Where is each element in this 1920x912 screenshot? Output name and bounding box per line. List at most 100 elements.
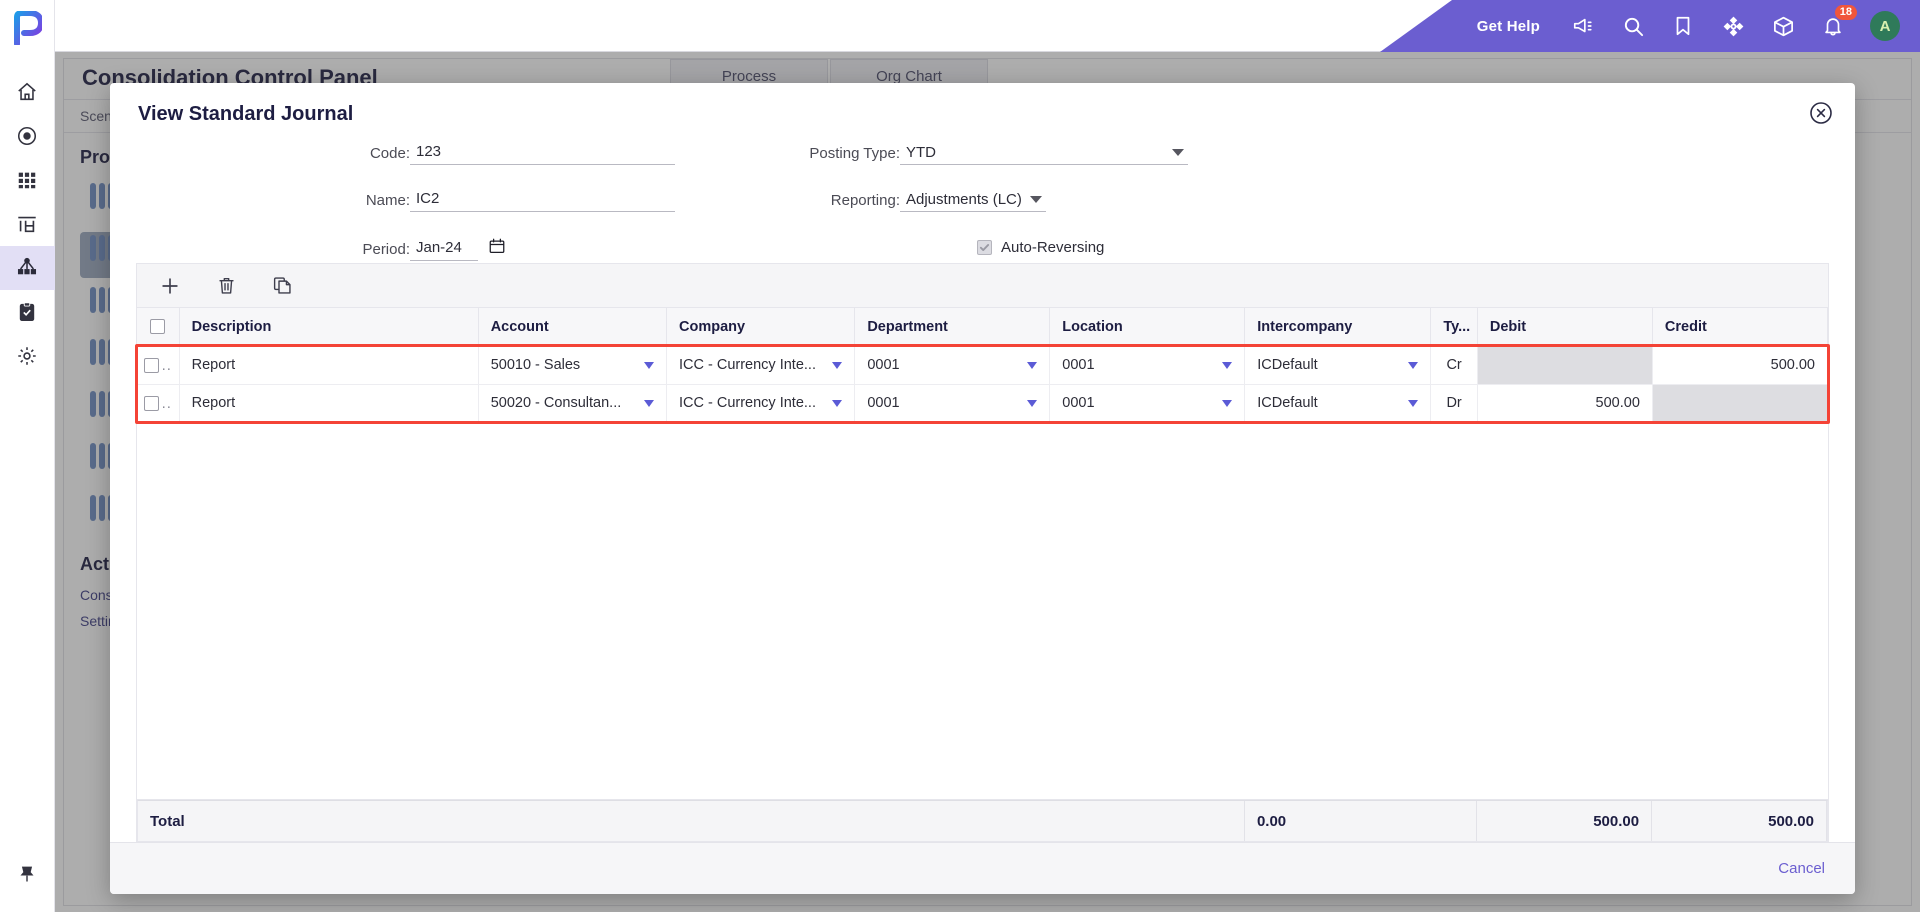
bookmark-icon[interactable] [1670,13,1696,39]
target-crosshair-icon[interactable] [1720,13,1746,39]
journal-table: Description Account Company Department L… [137,308,1829,423]
totals-credit: 500.00 [1651,801,1827,841]
chevron-down-icon[interactable] [1222,399,1233,407]
reporting-value: Adjustments (LC) [906,191,1022,208]
auto-reversing-label: Auto-Reversing [1001,239,1105,256]
table-header-row: Description Account Company Department L… [137,308,1829,347]
cell-debit [1477,346,1653,385]
search-icon[interactable] [1620,13,1646,39]
cell-department[interactable]: 0001 [854,384,1051,423]
posting-type-select[interactable]: YTD [900,143,1188,165]
posting-type-field-group: Posting Type: YTD [740,143,1188,165]
sidebar-item-home[interactable] [0,70,55,114]
top-header-bar: Get Help 18 A [55,0,1920,52]
chevron-down-icon[interactable] [644,399,654,407]
code-input[interactable]: 123 [410,143,675,165]
add-row-button[interactable] [157,273,183,299]
drag-handle-icon[interactable]: .. [162,395,172,412]
sidebar-item-tasks[interactable] [0,290,55,334]
sidebar-item-target[interactable] [0,114,55,158]
cell-debit[interactable]: 500.00 [1477,384,1653,423]
get-help-button[interactable]: Get Help [1477,18,1540,35]
reporting-field-group: Reporting: Adjustments (LC) [740,190,1046,212]
totals-debit: 500.00 [1476,801,1653,841]
cell-intercompany[interactable]: ICDefault [1244,384,1432,423]
column-header-intercompany[interactable]: Intercompany [1244,308,1432,347]
name-field-group: Name: IC2 [290,190,675,212]
close-icon[interactable] [1809,101,1833,125]
totals-label: Total [138,801,1245,841]
period-input[interactable]: Jan-24 [410,239,478,261]
cell-company-text: ICC - Currency Inte... [679,357,816,373]
sidebar-item-apps[interactable] [0,158,55,202]
chevron-down-icon[interactable] [1408,399,1419,407]
avatar[interactable]: A [1870,11,1900,41]
cell-description[interactable]: Report [179,384,479,423]
table-row[interactable]: .. Report 50020 - Consultan... ICC - Cur… [137,384,1829,423]
chevron-down-icon[interactable] [644,361,654,369]
cell-credit[interactable]: 500.00 [1652,346,1829,385]
select-all-header[interactable] [137,308,180,347]
cell-intercompany[interactable]: ICDefault [1244,346,1432,385]
table-row[interactable]: .. Report 50010 - Sales ICC - Currency I… [137,346,1829,385]
copy-row-button[interactable] [269,273,295,299]
cell-type[interactable]: Cr [1430,346,1478,385]
column-header-debit[interactable]: Debit [1477,308,1653,347]
sidebar-item-hierarchy[interactable] [0,246,55,290]
column-header-type[interactable]: Ty... [1430,308,1478,347]
row-checkbox[interactable] [143,396,159,412]
column-header-account[interactable]: Account [478,308,668,347]
app-icon-rail [0,0,55,912]
select-all-checkbox[interactable] [150,319,166,335]
posting-type-label: Posting Type: [809,145,900,162]
bell-icon[interactable]: 18 [1820,5,1857,39]
chevron-down-icon[interactable] [832,361,843,369]
cell-type[interactable]: Dr [1430,384,1478,423]
megaphone-icon[interactable] [1570,13,1596,39]
cell-description[interactable]: Report [179,346,479,385]
row-select-cell[interactable]: .. [137,346,180,385]
p-logo-icon[interactable] [7,8,47,48]
drag-handle-icon[interactable]: .. [162,357,172,374]
sidebar-item-reports[interactable] [0,202,55,246]
row-select-cell[interactable]: .. [137,384,180,423]
pin-icon[interactable] [0,852,55,896]
cell-company[interactable]: ICC - Currency Inte... [666,346,856,385]
period-field-group: Period: Jan-24 [290,237,506,261]
auto-reversing-checkbox[interactable] [977,240,992,255]
delete-row-button[interactable] [213,273,239,299]
column-header-credit[interactable]: Credit [1652,308,1829,347]
cell-credit [1652,384,1829,423]
chevron-down-icon[interactable] [1027,399,1038,407]
cell-department[interactable]: 0001 [854,346,1051,385]
calendar-icon[interactable] [488,237,506,260]
row-checkbox[interactable] [143,358,159,374]
column-header-location[interactable]: Location [1049,308,1246,347]
name-input[interactable]: IC2 [410,190,675,212]
view-standard-journal-dialog: View Standard Journal Code: 123 Name: IC… [110,83,1855,894]
cell-location[interactable]: 0001 [1049,346,1246,385]
cube-icon[interactable] [1770,13,1796,39]
column-header-company[interactable]: Company [666,308,856,347]
journal-grid: Description Account Company Department L… [136,263,1829,842]
column-header-department[interactable]: Department [854,308,1051,347]
reporting-label: Reporting: [830,192,900,209]
posting-type-value: YTD [906,144,936,161]
dialog-footer: Cancel [110,842,1855,894]
chevron-down-icon[interactable] [1222,361,1233,369]
dialog-form-area: Code: 123 Name: IC2 Period: Jan-24 Posti… [110,139,1855,263]
reporting-select[interactable]: Adjustments (LC) [900,190,1046,212]
cell-location[interactable]: 0001 [1049,384,1246,423]
chevron-down-icon [1029,196,1042,203]
cell-account[interactable]: 50020 - Consultan... [478,384,668,423]
cell-account[interactable]: 50010 - Sales [478,346,668,385]
dialog-title: View Standard Journal [138,103,354,125]
chevron-down-icon[interactable] [1408,361,1419,369]
cell-department-text: 0001 [867,357,900,373]
column-header-description[interactable]: Description [179,308,479,347]
cancel-button[interactable]: Cancel [1778,860,1825,877]
cell-company[interactable]: ICC - Currency Inte... [666,384,856,423]
chevron-down-icon[interactable] [832,399,843,407]
chevron-down-icon[interactable] [1027,361,1038,369]
sidebar-item-settings[interactable] [0,334,55,378]
